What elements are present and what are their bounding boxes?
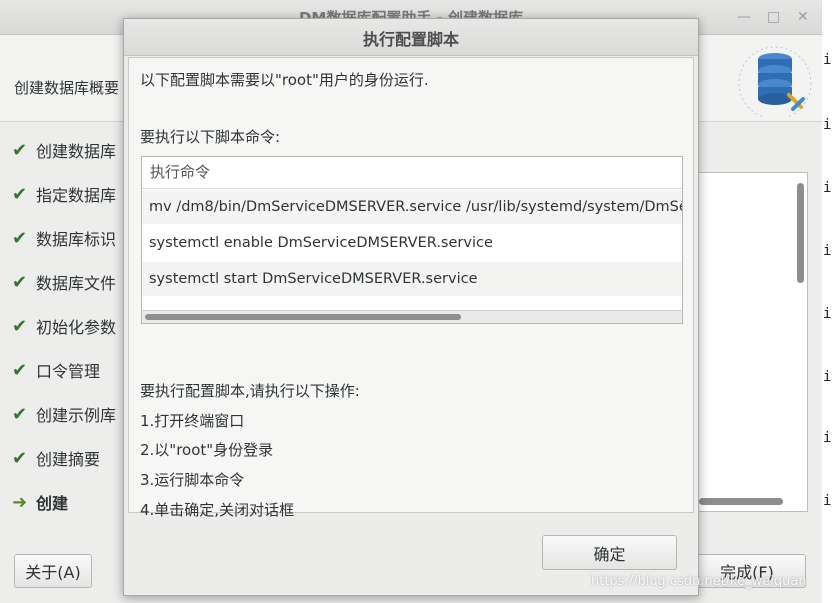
checkmark-icon: ✔ xyxy=(12,447,28,469)
table-row[interactable]: systemctl start DmServiceDMSERVER.servic… xyxy=(142,262,682,296)
dialog-content: 以下配置脚本需要以"root"用户的身份运行. 要执行以下脚本命令: 执行命令 … xyxy=(128,57,694,519)
log-panel xyxy=(694,172,808,512)
step-label: 创建摘要 xyxy=(36,450,101,469)
minimize-icon[interactable]: — xyxy=(737,9,751,25)
step-item: ✔ 数据库文件 xyxy=(12,260,124,304)
step-label: 创建 xyxy=(36,494,69,513)
checkmark-icon: ✔ xyxy=(12,139,28,161)
intro-text: 以下配置脚本需要以"root"用户的身份运行. xyxy=(140,71,429,89)
step-label: 指定数据库 xyxy=(36,186,117,205)
terminal-text: i xyxy=(823,493,832,509)
step-item: ✔ 数据库标识 xyxy=(12,216,124,260)
checkmark-icon: ✔ xyxy=(12,359,28,381)
horizontal-scrollbar[interactable] xyxy=(699,498,783,505)
ok-button[interactable]: 确定 xyxy=(542,535,677,570)
terminal-text: i xyxy=(823,117,832,133)
terminal-text: i xyxy=(823,306,832,322)
step-item: ✔ 创建示例库 xyxy=(12,392,124,436)
step-item-current: ➜ 创建 xyxy=(12,480,124,524)
step-item: ✔ 口令管理 xyxy=(12,348,124,392)
step-item: ✔ 创建摘要 xyxy=(12,436,124,480)
step-label: 创建示例库 xyxy=(36,406,117,425)
step-label: 初始化参数 xyxy=(36,318,117,337)
step-item: ✔ 初始化参数 xyxy=(12,304,124,348)
instructions-heading: 要执行配置脚本,请执行以下操作: xyxy=(140,382,360,400)
horizontal-scrollbar[interactable] xyxy=(142,310,682,323)
close-icon[interactable]: ✕ xyxy=(797,9,809,25)
watermark: https://blog.csdn.net/ke_weiquan xyxy=(591,574,807,589)
maximize-icon[interactable]: □ xyxy=(767,9,780,25)
vertical-scrollbar[interactable] xyxy=(797,183,804,283)
database-logo-icon xyxy=(738,46,812,117)
instruction-item: 2.以"root"身份登录 xyxy=(140,441,274,459)
scrollbar-thumb[interactable] xyxy=(145,314,461,320)
header-label: 创建数据库概要 xyxy=(14,79,120,97)
instruction-item: 3.运行脚本命令 xyxy=(140,471,245,489)
table-row[interactable]: mv /dm8/bin/DmServiceDMSERVER.service /u… xyxy=(142,190,682,224)
step-label: 口令管理 xyxy=(36,362,101,381)
step-item: ✔ 创建数据库 xyxy=(12,128,124,172)
terminal-text: i xyxy=(823,180,832,196)
commands-heading: 要执行以下脚本命令: xyxy=(140,128,281,146)
step-label: 数据库文件 xyxy=(36,274,117,293)
table-row[interactable]: systemctl enable DmServiceDMSERVER.servi… xyxy=(142,226,682,260)
checkmark-icon: ✔ xyxy=(12,183,28,205)
step-list: ✔ 创建数据库 ✔ 指定数据库 ✔ 数据库标识 ✔ 数据库文件 ✔ 初始化参数 … xyxy=(12,128,124,524)
about-button[interactable]: 关于(A) xyxy=(14,554,92,588)
checkmark-icon: ✔ xyxy=(12,227,28,249)
step-item: ✔ 指定数据库 xyxy=(12,172,124,216)
checkmark-icon: ✔ xyxy=(12,403,28,425)
terminal-text: i xyxy=(823,430,832,446)
dialog-titlebar[interactable]: 执行配置脚本 xyxy=(124,19,698,56)
column-header[interactable]: 执行命令 xyxy=(142,157,682,189)
dialog-title: 执行配置脚本 xyxy=(362,30,459,49)
terminal-window-edge: i i i i i i i i xyxy=(822,0,834,603)
instruction-item: 4.单击确定,关闭对话框 xyxy=(140,501,295,519)
terminal-text: i xyxy=(823,369,832,385)
terminal-text: i xyxy=(823,243,832,259)
terminal-text: i xyxy=(823,52,832,68)
checkmark-icon: ✔ xyxy=(12,271,28,293)
commands-table: 执行命令 mv /dm8/bin/DmServiceDMSERVER.servi… xyxy=(141,156,683,324)
step-label: 创建数据库 xyxy=(36,142,117,161)
checkmark-icon: ✔ xyxy=(12,315,28,337)
execute-script-dialog: 执行配置脚本 以下配置脚本需要以"root"用户的身份运行. 要执行以下脚本命令… xyxy=(123,18,699,596)
step-label: 数据库标识 xyxy=(36,230,117,249)
instruction-item: 1.打开终端窗口 xyxy=(140,412,245,430)
arrow-right-icon: ➜ xyxy=(12,491,28,513)
